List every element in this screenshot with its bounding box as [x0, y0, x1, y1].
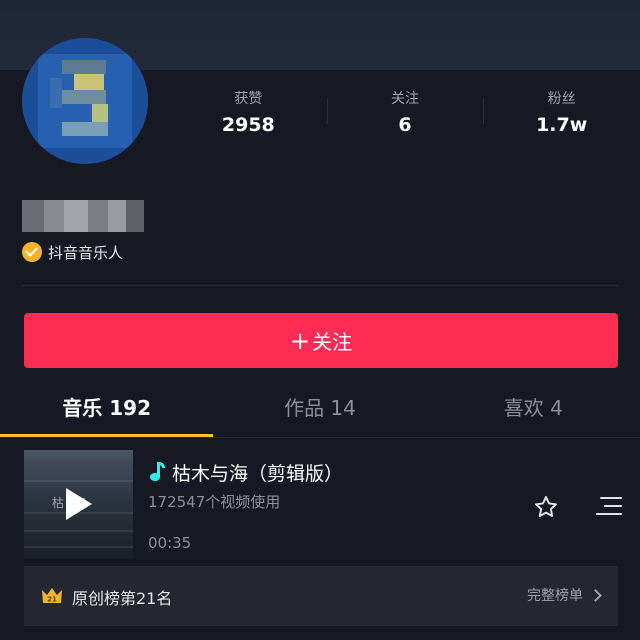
- profile-stats: 获赞 2958 关注 6 粉丝 1.7w: [170, 70, 640, 140]
- stat-likes-value: 2958: [221, 114, 275, 136]
- chevron-right-icon: [589, 588, 602, 602]
- tab-likes[interactable]: 喜欢 4: [427, 384, 640, 436]
- track-duration: 00:35: [148, 534, 192, 552]
- stat-following[interactable]: 关注 6: [326, 70, 484, 140]
- favorite-star-icon[interactable]: [532, 493, 560, 521]
- ranking-row[interactable]: 21 原创榜第21名 完整榜单: [24, 566, 618, 626]
- stat-followers-label: 粉丝: [547, 91, 576, 107]
- verified-check-icon: [22, 242, 42, 262]
- avatar[interactable]: [22, 38, 148, 164]
- stat-followers-value: 1.7w: [536, 114, 588, 136]
- content-tabs: 音乐 192 作品 14 喜欢 4: [0, 384, 640, 436]
- stat-likes-label: 获赞: [234, 91, 263, 107]
- track-usage-count: 172547个视频使用: [148, 493, 281, 511]
- plus-icon: +: [289, 326, 311, 355]
- track-title-row[interactable]: 枯木与海（剪辑版）: [148, 458, 343, 486]
- follow-button[interactable]: + 关注: [24, 313, 618, 368]
- full-chart-link[interactable]: 完整榜单: [527, 585, 602, 605]
- tab-works[interactable]: 作品 14: [213, 384, 426, 436]
- more-menu-icon[interactable]: [594, 494, 622, 520]
- rank-badge-number: 21: [47, 596, 57, 604]
- tab-music[interactable]: 音乐 192: [0, 384, 213, 436]
- stat-likes[interactable]: 获赞 2958: [170, 70, 327, 140]
- divider: [22, 285, 618, 286]
- username-blurred: [22, 200, 144, 232]
- follow-button-label: 关注: [312, 330, 353, 354]
- verified-badge: 抖音音乐人: [22, 240, 123, 264]
- play-icon[interactable]: [66, 488, 92, 520]
- tabs-divider: [0, 437, 640, 438]
- full-chart-label: 完整榜单: [527, 588, 583, 604]
- track-title: 枯木与海（剪辑版）: [172, 462, 344, 485]
- verified-label: 抖音音乐人: [48, 243, 124, 262]
- stat-following-value: 6: [398, 114, 412, 136]
- music-note-icon: [148, 461, 166, 483]
- stat-followers[interactable]: 粉丝 1.7w: [483, 70, 640, 140]
- crown-icon: 21: [42, 588, 62, 604]
- stat-following-label: 关注: [391, 91, 419, 107]
- ranking-label: 原创榜第21名: [72, 589, 173, 608]
